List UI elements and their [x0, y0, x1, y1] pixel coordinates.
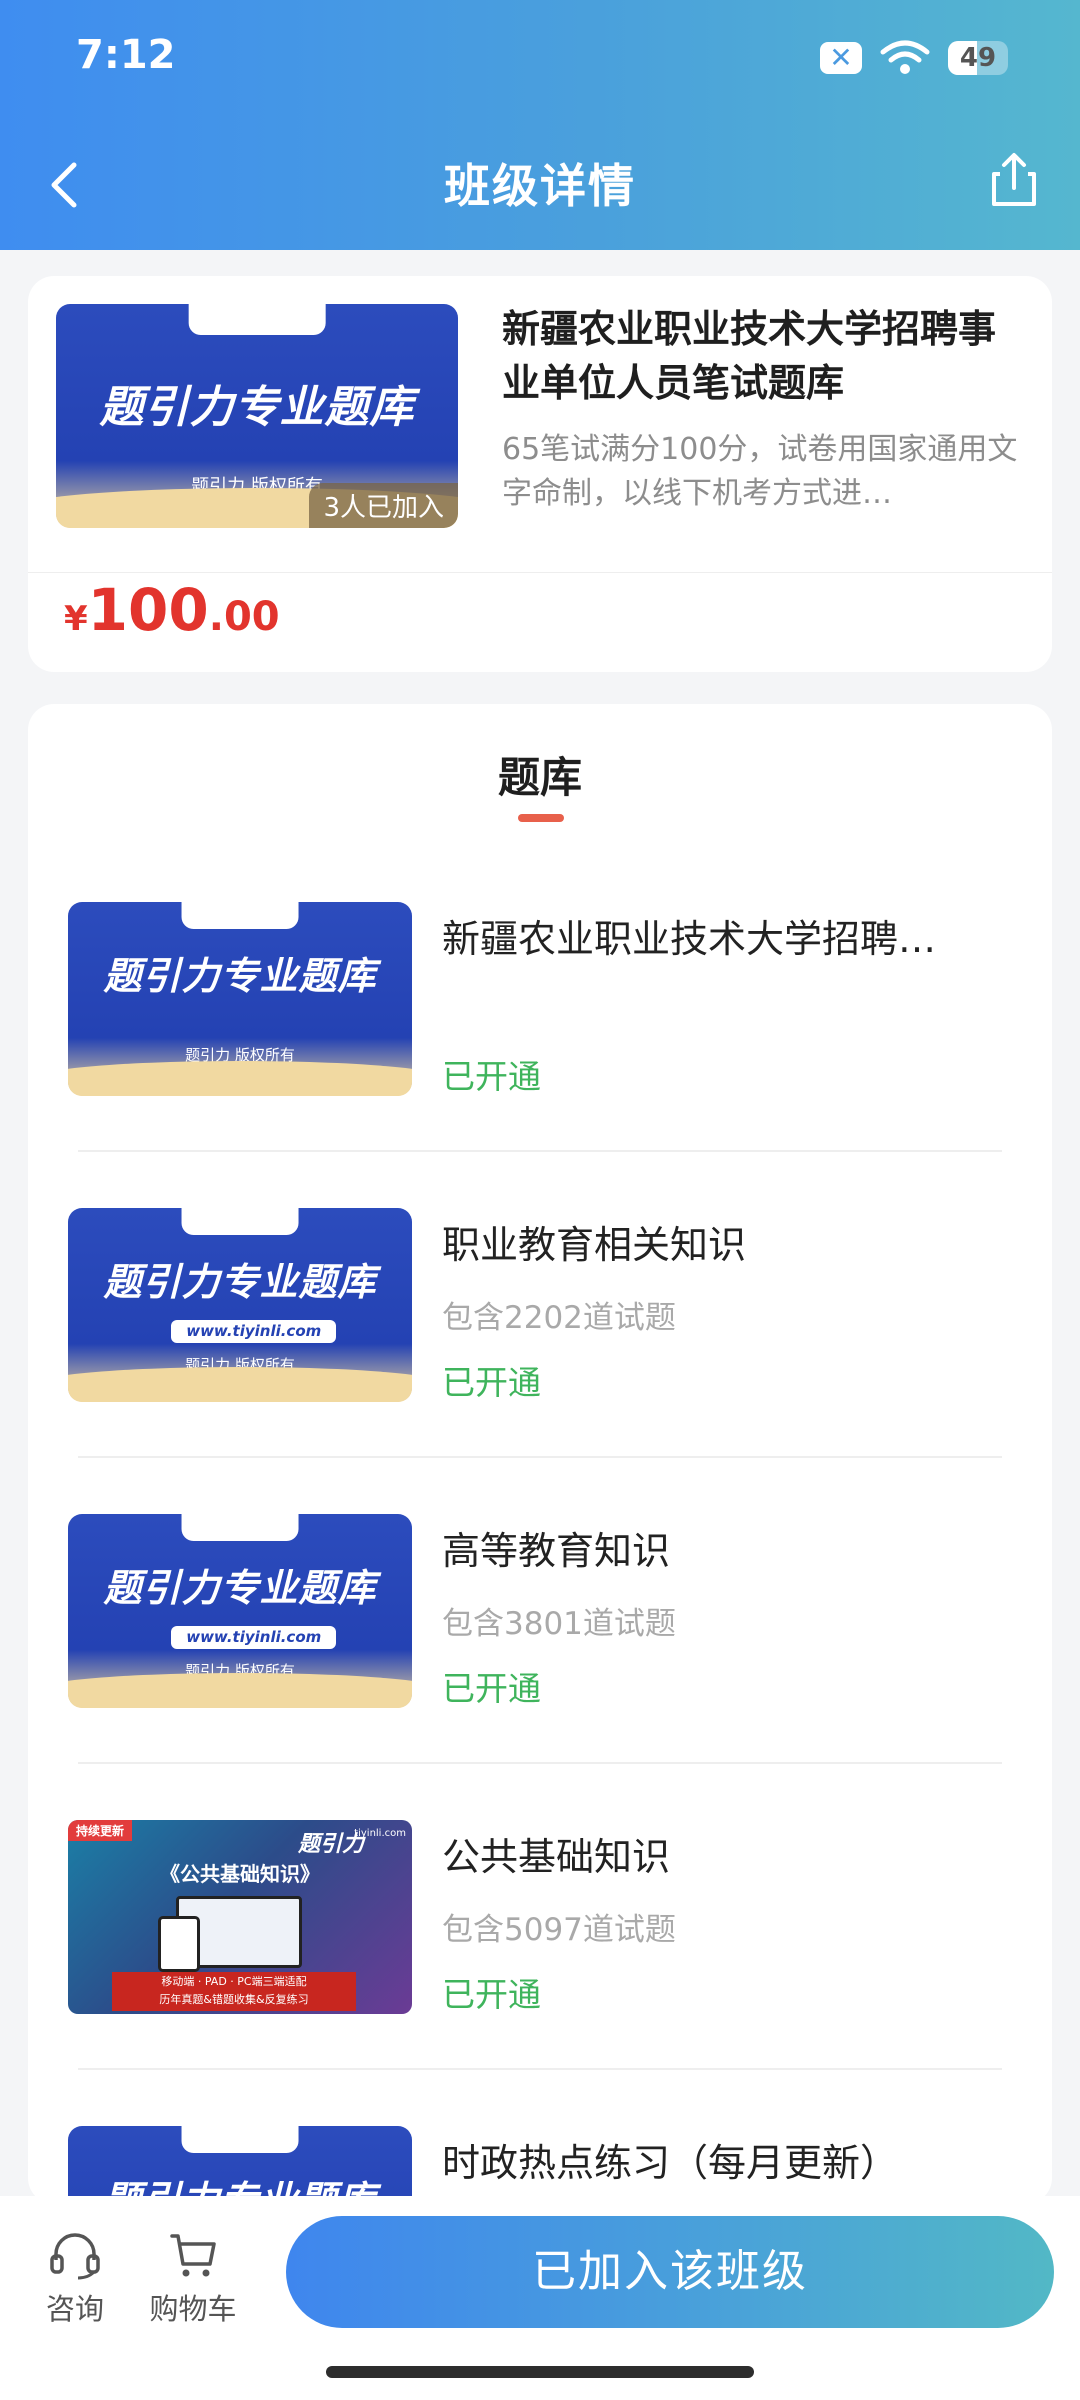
cover-bottom-band	[68, 1673, 412, 1708]
item-divider	[78, 1762, 1002, 1764]
cover-logo-badge	[181, 902, 299, 930]
cover-tablet-graphic	[158, 1916, 200, 1972]
cover-feature-line1: 移动端 · PAD · PC端三端适配	[161, 1975, 307, 1988]
item-divider	[78, 1456, 1002, 1458]
active-tab-indicator	[518, 814, 564, 822]
cover-logo-badge	[181, 1514, 299, 1542]
top-header: 7:12 ✕ 49 班级详情	[0, 0, 1080, 250]
list-item[interactable]: 持续更新 题引力 tiyinli.com 《公共基础知识》 移动端 · PAD …	[68, 1820, 1028, 2020]
item-name: 职业教育相关知识	[442, 1223, 747, 1267]
class-description: 65笔试满分100分，试卷用国家通用文字命制，以线下机考方式进…	[502, 432, 1018, 511]
cover-brand-text: 题引力专业题库	[103, 1259, 377, 1304]
item-name: 时政热点练习（每月更新）	[442, 2141, 899, 2185]
item-question-count: 包含2202道试题	[442, 1300, 676, 1336]
price-decimal: .00	[208, 594, 280, 640]
consult-label: 咨询	[45, 2292, 104, 2326]
list-item[interactable]: 题引力专业题库 www.tiyinli.com 题引力 版权所有 高等教育知识 …	[68, 1514, 1028, 1714]
cover-logo-badge	[181, 1208, 299, 1236]
cover-site: tiyinli.com	[354, 1828, 406, 1839]
question-bank-card: 题库 题引力专业题库 题引力 版权所有 新疆农业职业技术大学招聘… 已开通 题引…	[28, 704, 1052, 2320]
item-question-count: 包含5097道试题	[442, 1912, 676, 1948]
item-divider	[78, 1150, 1002, 1152]
cover-title: 《公共基础知识》	[160, 1862, 320, 1886]
page-title: 班级详情	[444, 159, 636, 213]
status-time: 7:12	[76, 32, 176, 78]
item-cover-image: 持续更新 题引力 tiyinli.com 《公共基础知识》 移动端 · PAD …	[68, 1820, 412, 2014]
joined-class-button[interactable]: 已加入该班级	[286, 2216, 1054, 2328]
cover-bottom-band	[68, 1367, 412, 1402]
cover-url: www.tiyinli.com	[171, 1626, 337, 1650]
class-cover-image: 题引力专业题库 题引力 版权所有 3人已加入	[56, 304, 458, 528]
item-name: 高等教育知识	[442, 1529, 671, 1573]
cover-brand-text: 题引力专业题库	[103, 953, 377, 998]
cover-feature-band: 移动端 · PAD · PC端三端适配 历年真题&错题收集&反复练习	[112, 1972, 356, 2011]
cover-bottom-band	[68, 1061, 412, 1096]
no-sim-icon: ✕	[820, 42, 862, 74]
item-status: 已开通	[442, 1363, 541, 1402]
divider	[28, 572, 1052, 573]
class-info-card: 题引力专业题库 题引力 版权所有 3人已加入 新疆农业职业技术大学招聘事业单位人…	[28, 276, 1052, 672]
price: ¥100.00	[64, 576, 280, 644]
home-indicator[interactable]	[326, 2366, 754, 2378]
item-question-count: 包含3801道试题	[442, 1606, 676, 1642]
class-title: 新疆农业职业技术大学招聘事业单位人员笔试题库	[502, 307, 997, 405]
question-bank-tab[interactable]: 题库	[28, 744, 1052, 805]
wifi-icon	[880, 40, 930, 74]
shopping-cart-icon	[170, 2234, 216, 2277]
item-status: 已开通	[442, 1975, 541, 2014]
battery-level: 49	[959, 43, 997, 73]
cover-feature-line2: 历年真题&错题收集&反复练习	[159, 1993, 309, 2006]
cover-url: www.tiyinli.com	[171, 1320, 337, 1344]
status-icons: ✕ 49	[820, 40, 1008, 76]
item-status: 已开通	[442, 1669, 541, 1708]
cover-brand-text: 题引力专业题库	[103, 1565, 377, 1610]
item-divider	[78, 2068, 1002, 2070]
consult-button[interactable]: 咨询	[20, 2230, 130, 2328]
list-item[interactable]: 题引力专业题库 www.tiyinli.com 题引力 版权所有 职业教育相关知…	[68, 1208, 1028, 1408]
item-name: 公共基础知识	[442, 1835, 671, 1879]
cover-logo-badge	[188, 304, 326, 336]
battery-icon: 49	[948, 41, 1008, 75]
cover-brand-text: 题引力专业题库	[99, 382, 415, 434]
headset-icon	[50, 2233, 100, 2280]
joined-count-tag: 3人已加入	[309, 483, 458, 528]
price-integer: 100	[87, 576, 209, 644]
item-cover-image: 题引力专业题库 www.tiyinli.com 题引力 版权所有	[68, 1514, 412, 1708]
list-item[interactable]: 题引力专业题库 题引力 版权所有 新疆农业职业技术大学招聘… 已开通	[68, 902, 1028, 1102]
price-currency: ¥	[64, 599, 88, 639]
cover-ribbon: 持续更新	[68, 1820, 133, 1841]
item-cover-image: 题引力专业题库 题引力 版权所有	[68, 902, 412, 1096]
item-name: 新疆农业职业技术大学招聘…	[442, 917, 937, 961]
item-cover-image: 题引力专业题库 www.tiyinli.com 题引力 版权所有	[68, 1208, 412, 1402]
share-icon[interactable]	[986, 150, 1042, 210]
cover-logo-badge	[181, 2126, 299, 2154]
cart-label: 购物车	[149, 2292, 237, 2326]
item-status: 已开通	[442, 1057, 541, 1096]
cart-button[interactable]: 购物车	[138, 2230, 248, 2328]
